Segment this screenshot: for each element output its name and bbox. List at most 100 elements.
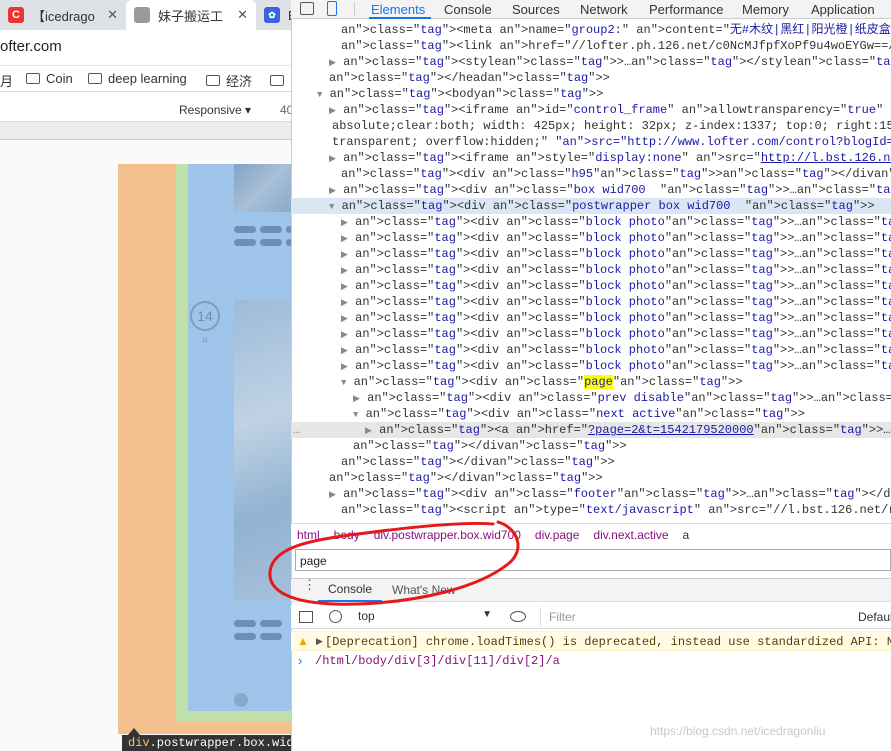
- dom-node-line[interactable]: ▼ an">class="tag"><div an">class="postwr…: [291, 198, 891, 214]
- bookmark-folder-economics[interactable]: 经济: [206, 71, 252, 90]
- dom-node-line[interactable]: ▼ an">class="tag"><div an">class="next a…: [291, 406, 891, 422]
- browser-tab-3[interactable]: ✿ E: [256, 0, 297, 30]
- tab-application[interactable]: Application: [811, 2, 875, 17]
- dom-node-line[interactable]: ▶ an">class="tag"><div an">class="block …: [291, 278, 891, 294]
- bookmark-folder-coin[interactable]: Coin: [26, 71, 73, 86]
- dom-node-line[interactable]: ▶ an">class="tag"><div an">class="block …: [291, 294, 891, 310]
- expand-arrow-icon[interactable]: ▶: [365, 426, 372, 436]
- expand-arrow-icon[interactable]: ▶: [341, 298, 348, 308]
- tab-title: 妹子搬运工: [158, 8, 224, 24]
- dom-node-line[interactable]: ▶ an">class="tag"><iframe an">id="contro…: [291, 102, 891, 118]
- expand-arrow-icon[interactable]: ▶: [329, 58, 336, 68]
- dom-node-line[interactable]: ▶ an">class="tag"><iframe an">style="dis…: [291, 150, 891, 166]
- csdn-favicon-icon: C: [8, 7, 24, 23]
- close-tab-icon[interactable]: ✕: [237, 7, 248, 23]
- close-tab-icon[interactable]: ✕: [107, 7, 118, 23]
- tooltip-arrow-icon: [128, 728, 140, 735]
- crumb-page[interactable]: div.page: [535, 528, 579, 542]
- dom-node-line[interactable]: ▼ an">class="tag"><bodyan">class="tag">>: [291, 86, 891, 102]
- dom-node-line[interactable]: ▼ an">class="tag"><div an">class="page"a…: [291, 374, 891, 390]
- log-level-dropdown[interactable]: Default: [858, 610, 891, 624]
- dom-node-line[interactable]: … ▶ an">class="tag"><a an">href="?page=2&…: [291, 422, 891, 438]
- site-favicon-icon: [134, 7, 150, 23]
- tab-performance[interactable]: Performance: [649, 2, 723, 17]
- dom-node-line[interactable]: ▶ an">class="tag"><div an">class="block …: [291, 358, 891, 374]
- date-circle: 14: [190, 301, 220, 331]
- expand-arrow-icon[interactable]: ▶: [341, 346, 348, 356]
- dom-node-line[interactable]: ▶ an">class="tag"><div an">class="box wi…: [291, 182, 891, 198]
- expand-arrow-icon[interactable]: ▶: [341, 282, 348, 292]
- bookmark-item[interactable]: 月: [0, 71, 13, 90]
- bookmark-label: Coin: [46, 71, 73, 86]
- expand-arrow-icon[interactable]: ▶: [316, 636, 323, 647]
- dom-node-line[interactable]: ▶ an">class="tag"><div an">class="block …: [291, 342, 891, 358]
- browser-tab-1[interactable]: C 【icedrago ✕: [0, 0, 126, 30]
- folder-icon: [26, 73, 40, 84]
- tab-title: 【icedrago: [32, 8, 95, 24]
- dom-node-line[interactable]: transparent; overflow:hidden;" "an">src=…: [291, 134, 891, 150]
- expand-arrow-icon[interactable]: ▶: [341, 234, 348, 244]
- inspect-element-icon[interactable]: [300, 2, 314, 15]
- tab-sources[interactable]: Sources: [512, 2, 560, 17]
- collapse-arrow-icon[interactable]: ▼: [317, 90, 322, 100]
- tab-console[interactable]: Console: [444, 2, 492, 17]
- crumb-next-active[interactable]: div.next.active: [593, 528, 668, 542]
- dom-node-line[interactable]: ▶ an">class="tag"><div an">class="block …: [291, 230, 891, 246]
- dom-tree[interactable]: an">class="tag"><meta an">name="group2:"…: [291, 22, 891, 518]
- dom-node-line[interactable]: ▶ an">class="tag"><div an">class="block …: [291, 310, 891, 326]
- dom-node-line[interactable]: an">class="tag"></divan">class="tag">>: [291, 470, 891, 486]
- collapse-arrow-icon[interactable]: ▼: [353, 410, 358, 420]
- dom-node-line[interactable]: an">class="tag"></headan">class="tag">>: [291, 70, 891, 86]
- dom-node-line[interactable]: ▶ an">class="tag"><div an">class="prev d…: [291, 390, 891, 406]
- dom-node-line[interactable]: ▶ an">class="tag"><div an">class="block …: [291, 214, 891, 230]
- expand-arrow-icon[interactable]: ▶: [329, 490, 336, 500]
- eye-icon[interactable]: [510, 611, 526, 622]
- crumb-a[interactable]: a: [683, 528, 690, 542]
- dom-node-line[interactable]: an">class="tag"><script an">type="text/j…: [291, 502, 891, 518]
- expand-arrow-icon[interactable]: ▶: [353, 394, 360, 404]
- expand-arrow-icon[interactable]: ▶: [341, 266, 348, 276]
- collapse-arrow-icon[interactable]: ▼: [329, 202, 334, 212]
- dom-node-line[interactable]: ▶ an">class="tag"><div an">class="block …: [291, 246, 891, 262]
- browser-tab-2[interactable]: 妹子搬运工 ✕: [126, 0, 256, 30]
- responsive-dropdown[interactable]: Responsive ▾: [179, 103, 251, 117]
- dom-node-line[interactable]: an">class="tag"></divan">class="tag">>: [291, 438, 891, 454]
- context-selector[interactable]: top ▼: [358, 609, 494, 625]
- expand-arrow-icon[interactable]: ▶: [341, 362, 348, 372]
- bookmark-label: 经济: [226, 74, 253, 89]
- bookmark-folder-deep-learning[interactable]: deep learning: [88, 71, 187, 86]
- clear-console-icon[interactable]: [329, 610, 342, 623]
- tab-elements[interactable]: Elements: [371, 2, 425, 17]
- expand-arrow-icon[interactable]: ▶: [341, 218, 348, 228]
- dom-node-line[interactable]: an">class="tag"><link an">href="//lofter…: [291, 38, 891, 54]
- dom-node-line[interactable]: ▶ an">class="tag"><div an">class="block …: [291, 262, 891, 278]
- dom-node-line[interactable]: ▶ an">class="tag"><div an">class="block …: [291, 326, 891, 342]
- tag-pill: [234, 239, 256, 246]
- sidebar-toggle-icon[interactable]: [299, 611, 313, 623]
- tab-network[interactable]: Network: [580, 2, 628, 17]
- console-filter-input[interactable]: Filter: [540, 607, 852, 627]
- device-toggle-icon[interactable]: [327, 1, 337, 16]
- dom-node-line[interactable]: ▶ an">class="tag"><div an">class="footer…: [291, 486, 891, 502]
- tag-pill: [260, 620, 282, 627]
- dom-node-line[interactable]: an">class="tag"><meta an">name="group2:"…: [291, 22, 891, 38]
- expand-arrow-icon[interactable]: ▶: [329, 154, 336, 164]
- dom-node-line[interactable]: ▶ an">class="tag"><stylean">class="tag">…: [291, 54, 891, 70]
- expand-arrow-icon[interactable]: ▶: [341, 330, 348, 340]
- dom-node-line[interactable]: absolute;clear:both; width: 425px; heigh…: [291, 118, 891, 134]
- expand-arrow-icon[interactable]: ▶: [341, 314, 348, 324]
- url-text[interactable]: ofter.com: [0, 38, 62, 55]
- watermark: https://blog.csdn.net/icedragonliu: [650, 724, 826, 738]
- dom-node-line[interactable]: an">class="tag"></divan">class="tag">>: [291, 454, 891, 470]
- collapse-arrow-icon[interactable]: ▼: [341, 378, 346, 388]
- tab-memory[interactable]: Memory: [742, 2, 789, 17]
- date-month: 11: [202, 338, 209, 344]
- expand-arrow-icon[interactable]: ▶: [329, 106, 336, 116]
- tag-pill: [234, 620, 256, 627]
- dom-node-line[interactable]: an">class="tag"><div an">class="h95"an">…: [291, 166, 891, 182]
- element-tooltip: div.postwrapper.box.wid: [122, 735, 294, 751]
- expand-arrow-icon[interactable]: ▶: [329, 186, 336, 196]
- tag-pill: [260, 633, 282, 640]
- expand-arrow-icon[interactable]: ▶: [341, 250, 348, 260]
- tag-pill: [260, 239, 282, 246]
